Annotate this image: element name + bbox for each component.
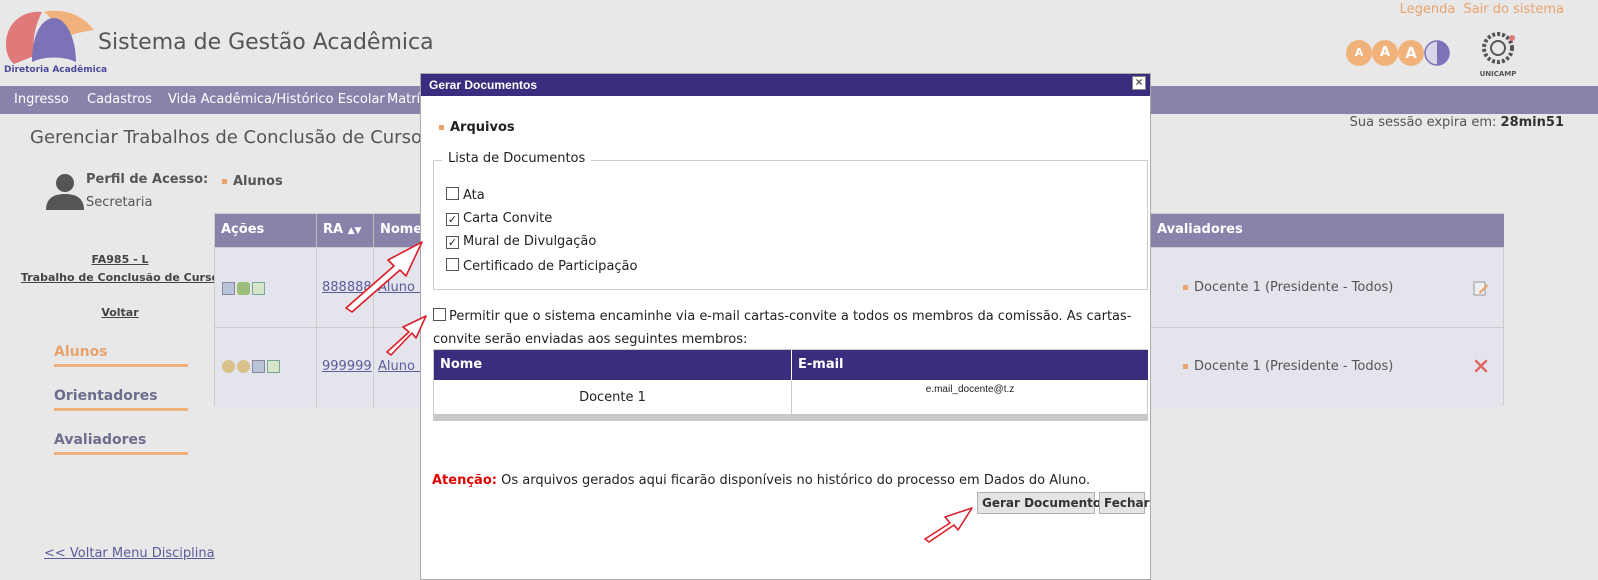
arquivos-heading-label: Arquivos (450, 120, 515, 135)
checkbox-send-email[interactable] (433, 308, 446, 321)
actions-cell (215, 248, 317, 328)
ra-link[interactable]: 999999 (322, 359, 372, 374)
nav-ingresso[interactable]: Ingresso (14, 92, 69, 107)
check-document-icon[interactable] (252, 282, 265, 295)
checkbox-mural[interactable]: ✓ (446, 236, 459, 249)
back-link[interactable]: Voltar (0, 306, 240, 319)
checkbox-certificado[interactable] (446, 258, 459, 271)
bullet-icon (1183, 364, 1188, 369)
attention-note: Atenção: Os arquivos gerados aqui ficarã… (432, 473, 1090, 488)
logout-link[interactable]: Sair do sistema (1463, 2, 1564, 17)
dialog-titlebar: Gerar Documentos × (421, 74, 1150, 96)
font-small-icon[interactable]: A (1346, 40, 1372, 66)
delete-icon[interactable] (1474, 359, 1488, 373)
avaliador-entry: Docente 1 (Presidente - Todos) (1183, 280, 1393, 295)
document-label: Certificado de Participação (463, 259, 638, 274)
annotation-arrow (386, 315, 427, 356)
document-option-certificado[interactable]: Certificado de Participação (446, 258, 637, 274)
close-button[interactable]: Fechar (1099, 492, 1150, 514)
table-footer (434, 414, 1148, 421)
list-icon[interactable] (252, 360, 265, 373)
document-option-carta-convite[interactable]: ✓ Carta Convite (446, 211, 552, 226)
avaliador-text: Docente 1 (Presidente - Todos) (1194, 280, 1394, 295)
folder-icon[interactable] (237, 282, 250, 295)
member-email: e.mail_docente@t.z (925, 384, 1015, 395)
generate-documents-dialog: Gerar Documentos × Arquivos Lista de Doc… (420, 73, 1151, 580)
sort-icon[interactable]: ▲▼ (348, 226, 362, 236)
nav-vida-academica[interactable]: Vida Acadêmica/Histórico Escolar (168, 92, 385, 107)
session-time: 28min51 (1500, 115, 1564, 130)
arquivos-heading: Arquivos (439, 120, 515, 135)
avaliador-text: Docente 1 (Presidente - Todos) (1194, 359, 1394, 374)
legenda-link[interactable]: Legenda (1400, 2, 1456, 17)
checkbox-ata[interactable] (446, 187, 459, 200)
users-icon[interactable] (237, 360, 250, 373)
app-title: Sistema de Gestão Acadêmica (98, 30, 434, 55)
unicamp-logo: UNICAMP (1480, 32, 1517, 78)
document-label: Carta Convite (463, 211, 553, 226)
generate-documents-button[interactable]: Gerar Documentos (977, 492, 1108, 514)
actions-cell (215, 328, 317, 408)
font-large-icon[interactable]: A (1398, 40, 1424, 66)
checkbox-carta-convite[interactable]: ✓ (446, 213, 459, 226)
page-title: Gerenciar Trabalhos de Conclusão de Curs… (30, 127, 422, 148)
avaliador-entry: Docente 1 (Presidente - Todos) (1183, 359, 1393, 374)
attention-label: Atenção: (432, 473, 497, 488)
session-timer: Sua sessão expira em: 28min51 (1350, 115, 1564, 130)
course-name-link[interactable]: Trabalho de Conclusão de Curso (0, 271, 240, 284)
bullet-icon (1183, 285, 1188, 290)
course-code-link[interactable]: FA985 - L (0, 253, 240, 266)
attention-text: Os arquivos gerados aqui ficarão disponí… (501, 473, 1091, 488)
section-heading: Alunos (222, 174, 283, 189)
user-edit-icon[interactable] (222, 360, 235, 373)
logo-caption: Diretoria Acadêmica (4, 65, 108, 75)
back-to-discipline-menu-link[interactable]: << Voltar Menu Disciplina (44, 546, 215, 561)
document-list-legend: Lista de Documentos (442, 151, 592, 166)
unicamp-label: UNICAMP (1480, 70, 1517, 78)
section-title: Alunos (233, 174, 283, 189)
column-header-ra-label: RA (323, 222, 344, 237)
document-option-mural[interactable]: ✓ Mural de Divulgação (446, 234, 596, 249)
close-icon[interactable]: × (1132, 76, 1146, 90)
top-links: Legenda Sair do sistema (1396, 2, 1564, 17)
user-avatar-icon (46, 174, 84, 210)
row-actions (222, 359, 282, 374)
column-header-acoes: Ações (215, 214, 317, 247)
column-header-avaliadores: Avaliadores (1150, 214, 1504, 247)
bullet-icon (222, 179, 227, 184)
column-header-nome: Nome (434, 350, 792, 380)
nav-cadastros[interactable]: Cadastros (87, 92, 152, 107)
document-label: Mural de Divulgação (463, 234, 597, 249)
row-actions (222, 281, 267, 296)
profile-label: Perfil de Acesso: (86, 172, 209, 187)
document-option-ata[interactable]: Ata (446, 187, 485, 203)
document-label: Ata (463, 188, 485, 203)
contrast-icon[interactable] (1424, 40, 1450, 66)
bullet-icon (439, 125, 444, 130)
check-document-icon[interactable] (267, 360, 280, 373)
sidebar-item-avaliadores[interactable]: Avaliadores (54, 432, 188, 455)
annotation-arrow (345, 241, 423, 313)
nav-matricula[interactable]: Matrí (387, 92, 420, 107)
dialog-title: Gerar Documentos (429, 78, 538, 92)
sidebar-item-alunos[interactable]: Alunos (54, 344, 188, 367)
font-medium-icon[interactable]: A (1372, 40, 1398, 66)
email-permission-text: Permitir que o sistema encaminhe via e-m… (433, 309, 1132, 347)
annotation-arrow (924, 507, 973, 543)
edit-icon[interactable] (1473, 280, 1489, 296)
sidebar-item-orientadores[interactable]: Orientadores (54, 388, 188, 411)
profile-value: Secretaria (86, 195, 153, 210)
session-label: Sua sessão expira em: (1349, 115, 1497, 130)
document-list-fieldset: Lista de Documentos Ata ✓ Carta Convite ✓… (433, 151, 1148, 290)
member-name: Docente 1 (434, 380, 792, 414)
student-name-link[interactable]: Aluno 2 (378, 359, 420, 374)
email-permission-option: Permitir que o sistema encaminhe via e-m… (433, 305, 1145, 351)
column-header-email: E-mail (792, 350, 1148, 380)
list-icon[interactable] (222, 282, 235, 295)
members-table: Nome E-mail Docente 1 e.mail_docente@t.z (433, 349, 1148, 421)
